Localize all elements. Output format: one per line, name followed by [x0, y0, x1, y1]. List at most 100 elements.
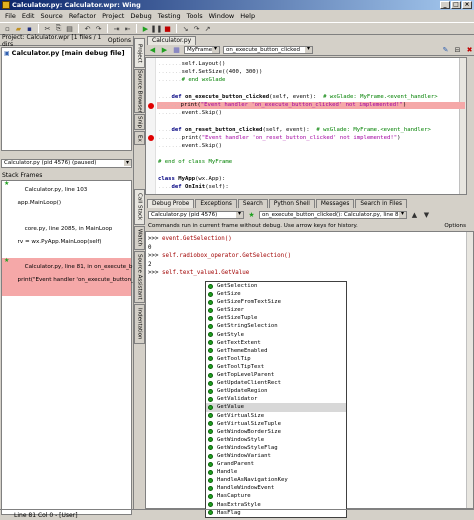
autocomplete-item[interactable]: GetSelection — [206, 282, 346, 290]
menu-project[interactable]: Project — [99, 12, 127, 20]
menu-tools[interactable]: Tools — [184, 12, 206, 20]
menu-source[interactable]: Source — [37, 12, 65, 20]
split-icon[interactable]: ⊟ — [453, 46, 462, 55]
autocomplete-item[interactable]: GetStyle — [206, 331, 346, 339]
close-button[interactable]: × — [462, 1, 472, 9]
code-line[interactable]: .......print("Event handler 'on_reset_bu… — [158, 135, 401, 142]
undo-icon[interactable]: ↶ — [83, 24, 92, 33]
stack-frame-row[interactable]: core.py, line 2085, in MainLoop rv = wx.… — [2, 219, 131, 257]
autocomplete-item[interactable]: HandleAsNavigationKey — [206, 476, 346, 484]
editor-scrollbar[interactable] — [459, 58, 466, 194]
close-editor-icon[interactable]: ✖ — [465, 46, 474, 55]
project-options-button[interactable]: Options — [108, 37, 131, 44]
shell-scrollbar[interactable] — [466, 232, 473, 508]
autocomplete-item[interactable]: GetSizeFromTextSize — [206, 298, 346, 306]
vtab-watch[interactable]: Watch — [134, 226, 145, 250]
open-folder-icon[interactable]: ▰ — [14, 24, 23, 33]
autocomplete-item[interactable]: GetToolTipText — [206, 363, 346, 371]
vtab-snippets[interactable]: Snip — [134, 114, 145, 130]
menu-window[interactable]: Window — [206, 12, 238, 20]
code-line[interactable]: .......event.Skip() — [158, 110, 222, 117]
autocomplete-item[interactable]: HasExtraStyle — [206, 501, 346, 509]
vtab-project[interactable]: Project — [134, 38, 145, 68]
tab-search-in-files[interactable]: Search in Files — [355, 199, 407, 208]
vtab-ex[interactable]: Ex — [134, 131, 145, 145]
copy-icon[interactable]: ⎘ — [54, 24, 63, 33]
step-over-icon[interactable]: ↷ — [192, 24, 201, 33]
autocomplete-item[interactable]: GetStringSelection — [206, 322, 346, 330]
method-combo[interactable]: on_execute_button_clicked — [223, 46, 313, 54]
vtab-call-stack[interactable]: Call Stack — [134, 189, 145, 225]
code-line[interactable]: .......self.SetSize((400, 300)) — [158, 69, 262, 76]
class-combo[interactable]: MyFrame — [184, 46, 220, 54]
maximize-button[interactable]: □ — [451, 1, 461, 9]
tab-python-shell[interactable]: Python Shell — [268, 199, 315, 208]
pin-icon[interactable]: ✎ — [441, 46, 450, 55]
menu-debug[interactable]: Debug — [127, 12, 154, 20]
frame-up-icon[interactable]: ▲ — [410, 210, 419, 219]
autocomplete-item[interactable]: GetSizeTuple — [206, 314, 346, 322]
stack-frame-row[interactable]: ★ Calculator.py, line 103 app.MainLoop() — [2, 180, 131, 219]
autocomplete-item[interactable]: GetSize — [206, 290, 346, 298]
autocomplete-item[interactable]: GetWindowStyleFlag — [206, 444, 346, 452]
step-into-icon[interactable]: ↘ — [181, 24, 190, 33]
stack-process-combo[interactable]: Calculator.py (pid 4576) (paused) — [1, 159, 132, 168]
autocomplete-item[interactable]: GetTextExtent — [206, 339, 346, 347]
probe-process-combo[interactable]: Calculator.py (pid 4576) — [148, 210, 244, 219]
tab-messages[interactable]: Messages — [315, 199, 355, 208]
cut-icon[interactable]: ✂ — [43, 24, 52, 33]
debug-run-icon[interactable]: ▶ — [141, 24, 150, 33]
project-file-item[interactable]: ▣ Calculator.py [main debug file] — [2, 48, 131, 58]
autocomplete-item[interactable]: Handle — [206, 468, 346, 476]
vtab-source-browser[interactable]: Source Browser — [134, 69, 145, 113]
paste-icon[interactable]: ▤ — [65, 24, 74, 33]
menu-edit[interactable]: Edit — [19, 12, 38, 20]
menu-refactor[interactable]: Refactor — [66, 12, 99, 20]
redo-icon[interactable]: ↷ — [94, 24, 103, 33]
back-arrow-icon[interactable]: ◀ — [148, 46, 157, 55]
autocomplete-item-selected[interactable]: GetValue — [206, 403, 346, 412]
new-file-icon[interactable]: ▫ — [3, 24, 12, 33]
minimize-button[interactable]: _ — [440, 1, 450, 9]
probe-options-button[interactable]: Options — [444, 223, 474, 229]
autocomplete-item[interactable]: GetToolTip — [206, 355, 346, 363]
stop-icon[interactable]: ■ — [163, 24, 172, 33]
autocomplete-item[interactable]: GetUpdateRegion — [206, 387, 346, 395]
autocomplete-item[interactable]: GetThemeEnabled — [206, 347, 346, 355]
code-line[interactable]: class MyApp(wx.App): — [158, 176, 225, 183]
tab-exceptions[interactable]: Exceptions — [195, 199, 237, 208]
code-line[interactable]: .......# end wxGlade — [158, 77, 225, 84]
code-line[interactable]: # end of class MyFrame — [158, 159, 232, 166]
tab-debug-probe[interactable]: Debug Probe — [147, 199, 195, 208]
vtab-indentation[interactable]: Indentation — [134, 304, 145, 344]
autocomplete-item[interactable]: HandleWindowEvent — [206, 484, 346, 492]
save-icon[interactable]: ▪ — [25, 24, 34, 33]
autocomplete-item[interactable]: GetWindowBorderSize — [206, 428, 346, 436]
code-line[interactable]: ....def on_execute_button_clicked(self, … — [158, 94, 438, 101]
step-out-icon[interactable]: ↗ — [203, 24, 212, 33]
breakpoint-gutter[interactable] — [146, 58, 156, 194]
autocomplete-item[interactable]: GrandParent — [206, 460, 346, 468]
stack-frame-row-selected[interactable]: ★ Calculator.py, line 81, in on_execute_b… — [2, 257, 169, 297]
vtab-source-assistant[interactable]: Source Assistant — [134, 251, 145, 303]
frame-down-icon[interactable]: ▼ — [422, 210, 431, 219]
forward-arrow-icon[interactable]: ▶ — [160, 46, 169, 55]
editor-tab-calculator[interactable]: Calculator.py — [147, 36, 197, 45]
outdent-icon[interactable]: ⇤ — [123, 24, 132, 33]
pause-icon[interactable]: ❚❚ — [151, 24, 163, 33]
breakpoint-icon[interactable] — [148, 102, 154, 109]
autocomplete-item[interactable]: GetWindowStyle — [206, 436, 346, 444]
autocomplete-item[interactable]: HasCapture — [206, 492, 346, 500]
code-line[interactable]: ....def OnInit(self): — [158, 184, 229, 191]
code-line[interactable]: ....def on_reset_button_clicked(self, ev… — [158, 127, 431, 134]
menu-testing[interactable]: Testing — [155, 12, 184, 20]
autocomplete-item[interactable]: GetVirtualSizeTuple — [206, 420, 346, 428]
autocomplete-item[interactable]: GetWindowVariant — [206, 452, 346, 460]
code-line[interactable]: .......event.Skip() — [158, 143, 222, 150]
code-line[interactable]: .......self.Layout() — [158, 61, 225, 68]
autocomplete-item[interactable]: GetTopLevelParent — [206, 371, 346, 379]
autocomplete-item[interactable]: GetSizer — [206, 306, 346, 314]
code-editor[interactable]: .......self.Layout() .......self.SetSize(… — [145, 57, 467, 195]
autocomplete-item[interactable]: GetVirtualSize — [206, 412, 346, 420]
autocomplete-item[interactable]: GetUpdateClientRect — [206, 379, 346, 387]
